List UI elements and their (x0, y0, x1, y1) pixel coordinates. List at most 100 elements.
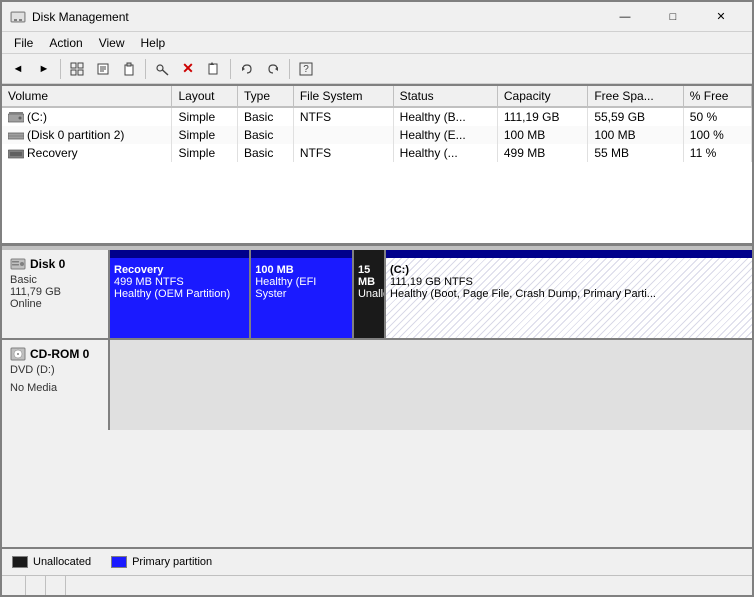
toolbar-separator-3 (230, 59, 231, 79)
table-row[interactable]: RecoverySimpleBasicNTFSHealthy (...499 M… (2, 144, 752, 162)
legend-primary-label: Primary partition (132, 556, 212, 568)
cdrom-0-type: DVD (D:) (10, 364, 100, 376)
cell-type: Basic (238, 126, 294, 144)
partition-unalloc-name: 15 MB (358, 264, 380, 288)
redo-button[interactable] (261, 57, 285, 81)
cell-type: Basic (238, 144, 294, 162)
partition-c-detail: Healthy (Boot, Page File, Crash Dump, Pr… (390, 288, 748, 300)
partition-recovery-content: Recovery 499 MB NTFS Healthy (OEM Partit… (114, 254, 245, 300)
col-layout: Layout (172, 86, 238, 107)
legend-primary: Primary partition (111, 556, 212, 568)
partition-efi[interactable]: 100 MB Healthy (EFI Syster (251, 250, 354, 338)
partition-efi-content: 100 MB Healthy (EFI Syster (255, 254, 348, 300)
menu-bar: File Action View Help (2, 32, 752, 54)
key-button[interactable] (150, 57, 174, 81)
cell-percent_free: 100 % (683, 126, 751, 144)
clipboard-button[interactable] (117, 57, 141, 81)
cell-type: Basic (238, 107, 294, 126)
col-type: Type (238, 86, 294, 107)
legend-swatch-unalloc (12, 556, 28, 568)
cell-filesystem: NTFS (293, 107, 393, 126)
toolbar: ◄ ► ✕ ? (2, 54, 752, 84)
cell-filesystem (293, 126, 393, 144)
disk-0-status: Online (10, 298, 100, 310)
disk-0-name: Disk 0 (30, 257, 65, 271)
cdrom-0-status: No Media (10, 382, 100, 394)
cell-layout: Simple (172, 144, 238, 162)
partition-recovery[interactable]: Recovery 499 MB NTFS Healthy (OEM Partit… (110, 250, 251, 338)
cell-status: Healthy (E... (393, 126, 497, 144)
cdrom-0-partition (110, 340, 752, 430)
col-capacity: Capacity (497, 86, 587, 107)
cell-volume: Recovery (2, 144, 172, 162)
table-row[interactable]: (Disk 0 partition 2)SimpleBasic Healthy (… (2, 126, 752, 144)
legend-bar: Unallocated Primary partition (2, 547, 752, 575)
cell-free_space: 55 MB (588, 144, 683, 162)
window-controls: — □ ✕ (602, 3, 744, 31)
col-volume: Volume (2, 86, 172, 107)
toolbar-separator-4 (289, 59, 290, 79)
disk-visualization[interactable]: Disk 0 Basic 111,79 GB Online Recovery 4… (2, 250, 752, 547)
content-area: Volume Layout Type File System Status Ca… (2, 84, 752, 547)
cell-capacity: 499 MB (497, 144, 587, 162)
back-button[interactable]: ◄ (6, 57, 30, 81)
menu-file[interactable]: File (6, 34, 41, 52)
menu-action[interactable]: Action (41, 34, 90, 52)
cell-status: Healthy (... (393, 144, 497, 162)
cell-capacity: 100 MB (497, 126, 587, 144)
close-button[interactable]: ✕ (698, 3, 744, 31)
main-window: Disk Management — □ ✕ File Action View H… (0, 0, 754, 597)
partition-recovery-detail: Healthy (OEM Partition) (114, 288, 245, 300)
col-status: Status (393, 86, 497, 107)
partition-c-name: (C:) (390, 264, 748, 276)
toolbar-separator-2 (145, 59, 146, 79)
status-segment-3 (46, 576, 66, 595)
volume-table-container[interactable]: Volume Layout Type File System Status Ca… (2, 86, 752, 246)
table-row[interactable]: (C:)SimpleBasicNTFSHealthy (B...111,19 G… (2, 107, 752, 126)
partition-unallocated[interactable]: 15 MB Unalloca... (354, 250, 386, 338)
partition-unalloc-detail: Unalloca... (358, 288, 380, 300)
legend-unalloc-label: Unallocated (33, 556, 91, 568)
cell-volume: (Disk 0 partition 2) (2, 126, 172, 144)
title-bar: Disk Management — □ ✕ (2, 2, 752, 32)
menu-help[interactable]: Help (133, 34, 174, 52)
partition-recovery-name: Recovery (114, 264, 245, 276)
minimize-button[interactable]: — (602, 3, 648, 31)
status-segment-1 (6, 576, 26, 595)
cell-free_space: 55,59 GB (588, 107, 683, 126)
new-button[interactable] (202, 57, 226, 81)
cell-free_space: 100 MB (588, 126, 683, 144)
cell-layout: Simple (172, 107, 238, 126)
help-button[interactable]: ? (294, 57, 318, 81)
partition-unalloc-content: 15 MB Unalloca... (358, 254, 380, 300)
cdrom-icon (10, 346, 26, 362)
legend-swatch-primary (111, 556, 127, 568)
delete-button[interactable]: ✕ (176, 57, 200, 81)
cell-volume: (C:) (2, 107, 172, 126)
disk-0-row: Disk 0 Basic 111,79 GB Online Recovery 4… (2, 250, 752, 340)
partition-c-size: 111,19 GB NTFS (390, 276, 748, 288)
partition-recovery-size: 499 MB NTFS (114, 276, 245, 288)
disk-0-size: 111,79 GB (10, 286, 100, 298)
cell-layout: Simple (172, 126, 238, 144)
menu-view[interactable]: View (91, 34, 133, 52)
partition-c-content: (C:) 111,19 GB NTFS Healthy (Boot, Page … (390, 254, 748, 300)
legend-unallocated: Unallocated (12, 556, 91, 568)
cell-filesystem: NTFS (293, 144, 393, 162)
view-button[interactable] (65, 57, 89, 81)
undo-button[interactable] (235, 57, 259, 81)
disk-icon (10, 256, 26, 272)
partition-header-recovery (110, 250, 249, 258)
cell-percent_free: 11 % (683, 144, 751, 162)
cell-status: Healthy (B... (393, 107, 497, 126)
forward-button[interactable]: ► (32, 57, 56, 81)
cdrom-0-name: CD-ROM 0 (30, 347, 89, 361)
properties-button[interactable] (91, 57, 115, 81)
partition-efi-name: 100 MB (255, 264, 348, 276)
partition-efi-detail: Healthy (EFI Syster (255, 276, 348, 300)
cell-capacity: 111,19 GB (497, 107, 587, 126)
maximize-button[interactable]: □ (650, 3, 696, 31)
cell-percent_free: 50 % (683, 107, 751, 126)
title-text: Disk Management (32, 10, 602, 24)
partition-c[interactable]: (C:) 111,19 GB NTFS Healthy (Boot, Page … (386, 250, 752, 338)
